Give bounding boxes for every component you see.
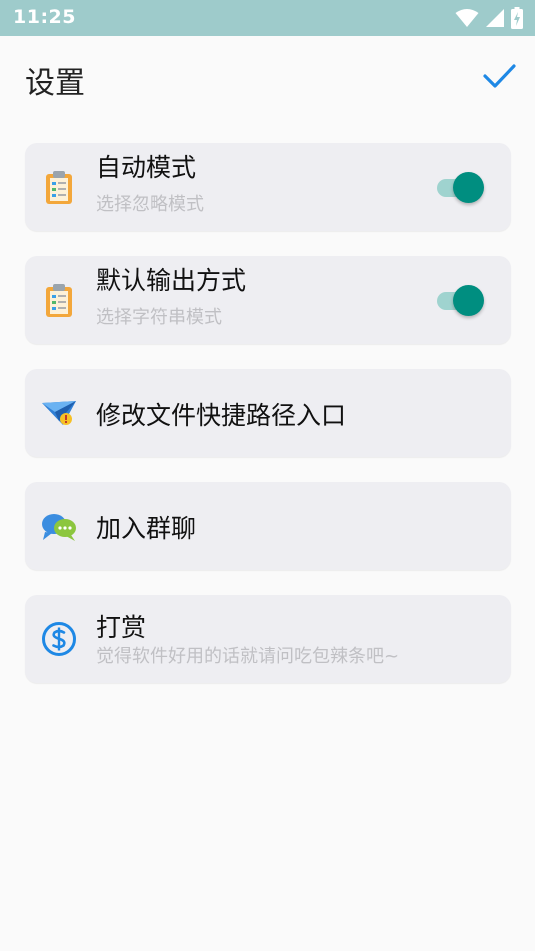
auto-mode-toggle[interactable] — [435, 170, 485, 204]
app-bar: 设置 — [0, 36, 535, 122]
setting-edit-shortcut-path[interactable]: 修改文件快捷路径入口 — [25, 369, 511, 457]
setting-default-output[interactable]: 默认输出方式 选择字符串模式 — [25, 256, 511, 344]
setting-default-output-title: 默认输出方式 — [96, 266, 247, 295]
setting-join-group[interactable]: 加入群聊 — [25, 482, 511, 570]
confirm-button[interactable] — [481, 58, 517, 94]
status-icons — [455, 7, 523, 29]
default-output-toggle[interactable] — [435, 283, 485, 317]
toggle-thumb — [453, 285, 484, 316]
setting-default-output-subtitle: 选择字符串模式 — [96, 307, 222, 328]
chat-bubbles-icon — [41, 508, 77, 544]
clipboard-icon — [41, 169, 77, 205]
setting-edit-shortcut-path-title: 修改文件快捷路径入口 — [96, 401, 347, 430]
checkmark-icon — [483, 64, 516, 88]
toggle-thumb — [453, 172, 484, 203]
setting-auto-mode-subtitle: 选择忽略模式 — [96, 194, 204, 215]
paper-plane-icon — [41, 395, 77, 431]
setting-donate-subtitle: 觉得软件好用的话就请问吃包辣条吧~ — [96, 646, 400, 667]
setting-join-group-title: 加入群聊 — [96, 514, 197, 543]
setting-donate-title: 打赏 — [96, 613, 147, 642]
clipboard-icon — [41, 282, 77, 318]
wifi-icon — [455, 9, 479, 27]
setting-auto-mode-title: 自动模式 — [96, 153, 197, 182]
status-bar: 11:25 — [0, 0, 535, 36]
status-time: 11:25 — [13, 6, 76, 28]
battery-icon — [511, 7, 523, 29]
dollar-icon — [41, 621, 77, 657]
signal-icon — [486, 9, 504, 27]
setting-donate[interactable]: 打赏 觉得软件好用的话就请问吃包辣条吧~ — [25, 595, 511, 683]
page-title: 设置 — [25, 66, 85, 101]
setting-auto-mode[interactable]: 自动模式 选择忽略模式 — [25, 143, 511, 231]
